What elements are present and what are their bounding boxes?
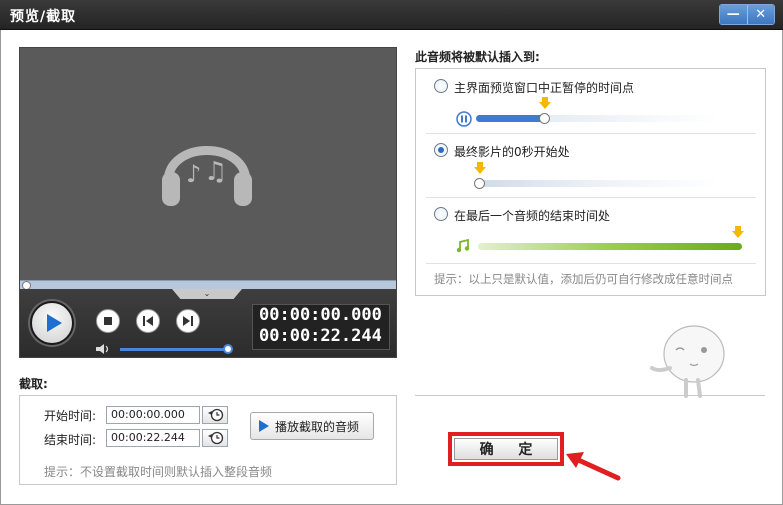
- collapse-tab[interactable]: ⌄: [172, 289, 242, 299]
- separator: [426, 263, 756, 264]
- set-end-time-button[interactable]: [202, 429, 228, 447]
- prev-frame-icon: [143, 316, 153, 326]
- stop-button[interactable]: [96, 309, 120, 333]
- marker-arrow-icon: [539, 97, 551, 109]
- insert-position-title: 此音频将被默认插入到:: [415, 50, 540, 64]
- current-time: 00:00:00.000: [259, 305, 382, 325]
- zero-second-track: [478, 180, 720, 187]
- set-start-time-button[interactable]: [202, 406, 228, 424]
- radio-zero-second[interactable]: [434, 143, 448, 157]
- svg-text:♪: ♪: [186, 160, 201, 188]
- volume-knob[interactable]: [223, 344, 233, 354]
- option-last-audio-end-label: 在最后一个音频的结束时间处: [454, 209, 611, 223]
- volume-icon[interactable]: [96, 344, 110, 354]
- capture-section-label: 截取:: [19, 377, 48, 391]
- annotation-arrow-icon: [566, 452, 621, 481]
- total-time: 00:00:22.244: [259, 326, 382, 346]
- player-controls: 00:00:00.000 00:00:22.244: [20, 289, 396, 357]
- radio-paused-point[interactable]: [434, 79, 448, 93]
- window-title: 预览/截取: [10, 9, 77, 25]
- minimize-button[interactable]: —: [720, 5, 747, 24]
- bottom-divider: [415, 395, 765, 396]
- playback-progress-bar[interactable]: [20, 280, 396, 290]
- end-time-input[interactable]: 00:00:22.244: [106, 429, 200, 447]
- play-icon: [259, 420, 269, 432]
- play-button[interactable]: [30, 301, 74, 345]
- play-captured-audio-button[interactable]: 播放截取的音频: [250, 412, 374, 440]
- marker-arrow-icon: [732, 226, 744, 238]
- ok-button-highlight: 确 定: [448, 432, 564, 466]
- preview-screen: ♪ ♫: [20, 48, 396, 280]
- ok-button[interactable]: 确 定: [454, 438, 558, 460]
- separator: [426, 197, 756, 198]
- music-note-icon: [456, 239, 470, 253]
- insert-position-box: 主界面预览窗口中正暂停的时间点 最终影片的0秒开始处 在最后一个音频的结束时间处…: [415, 68, 766, 296]
- start-time-label: 开始时间:: [44, 409, 97, 423]
- close-button[interactable]: ✕: [746, 5, 774, 24]
- separator: [426, 133, 756, 134]
- clock-icon: [208, 431, 224, 445]
- start-time-input[interactable]: 00:00:00.000: [106, 406, 200, 424]
- preview-player: ♪ ♫ 00:00:00.000 00:00:22.244 ⌄: [19, 47, 397, 358]
- headphone-music-icon: ♪ ♫: [162, 146, 252, 206]
- window-controls: — ✕: [719, 4, 775, 25]
- end-time-label: 结束时间:: [44, 433, 97, 447]
- time-display: 00:00:00.000 00:00:22.244: [252, 304, 390, 350]
- paused-point-fill: [476, 115, 546, 122]
- capture-hint: 提示：不设置截取时间则默认插入整段音频: [44, 465, 273, 479]
- option-paused-point-label: 主界面预览窗口中正暂停的时间点: [454, 81, 635, 95]
- capture-box: 开始时间: 00:00:00.000 结束时间: 00:00:22.244 播放…: [19, 395, 397, 485]
- svg-text:♫: ♫: [204, 157, 227, 187]
- clock-icon: [208, 408, 224, 422]
- insert-hint: 提示：以上只是默认值，添加后仍可自行修改成任意时间点: [434, 272, 733, 286]
- marker-arrow-icon: [474, 162, 486, 174]
- mascot-illustration: [650, 325, 725, 398]
- title-bar: 预览/截取 — ✕: [0, 0, 783, 30]
- radio-last-audio-end[interactable]: [434, 207, 448, 221]
- zero-second-knob: [474, 178, 485, 189]
- next-frame-icon: [183, 316, 193, 326]
- paused-point-knob: [539, 113, 550, 124]
- play-icon: [47, 314, 62, 332]
- stop-icon: [104, 317, 112, 325]
- play-captured-audio-label: 播放截取的音频: [275, 419, 360, 434]
- option-zero-second-label: 最终影片的0秒开始处: [454, 145, 570, 159]
- next-frame-button[interactable]: [176, 309, 200, 333]
- pause-icon: [456, 111, 472, 127]
- last-audio-end-track: [478, 243, 742, 250]
- volume-slider[interactable]: [120, 348, 228, 351]
- prev-frame-button[interactable]: [136, 309, 160, 333]
